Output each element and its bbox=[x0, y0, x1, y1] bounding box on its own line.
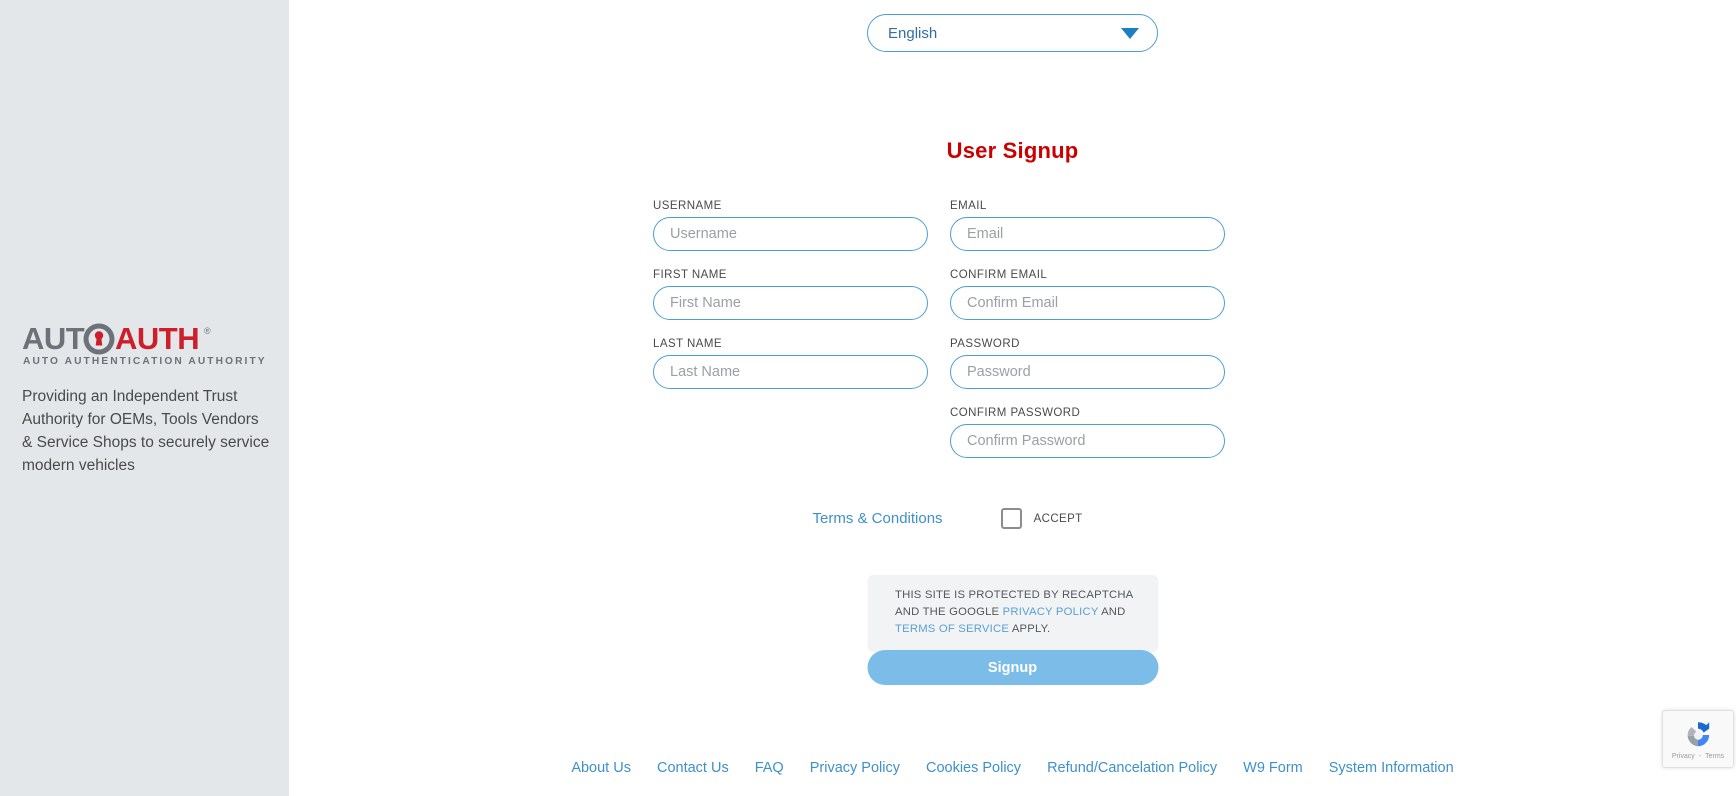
footer-link-privacy-policy[interactable]: Privacy Policy bbox=[810, 760, 900, 776]
recaptcha-notice-text-2: AND bbox=[1098, 606, 1126, 618]
footer-link-contact-us[interactable]: Contact Us bbox=[657, 760, 729, 776]
label-confirm-email: CONFIRM EMAIL bbox=[950, 269, 1048, 281]
footer-link-faq[interactable]: FAQ bbox=[755, 760, 784, 776]
email-input[interactable] bbox=[950, 217, 1225, 251]
brand-tagline: Providing an Independent Trust Authority… bbox=[22, 388, 270, 474]
chevron-down-icon bbox=[1121, 27, 1139, 39]
label-confirm-password: CONFIRM PASSWORD bbox=[950, 407, 1081, 419]
recaptcha-badge[interactable]: Privacy - Terms bbox=[1662, 710, 1734, 768]
field-email: EMAIL bbox=[950, 200, 1225, 251]
signup-form: USERNAME EMAIL FIRST NAME CONFIRM EMAIL … bbox=[653, 200, 1229, 476]
field-first-name: FIRST NAME bbox=[653, 269, 928, 320]
label-password: PASSWORD bbox=[950, 338, 1020, 350]
first-name-input[interactable] bbox=[653, 286, 928, 320]
badge-terms-label[interactable]: Terms bbox=[1705, 753, 1724, 760]
field-confirm-email: CONFIRM EMAIL bbox=[950, 269, 1225, 320]
autoauth-lock-logo: AUT AUTH ® AUTO AUTHENTICATION AUTHORITY bbox=[22, 322, 267, 367]
field-last-name: LAST NAME bbox=[653, 338, 928, 389]
footer-link-refund-cancelation-policy[interactable]: Refund/Cancelation Policy bbox=[1047, 760, 1217, 776]
label-email: EMAIL bbox=[950, 200, 987, 212]
accept-label: ACCEPT bbox=[1033, 512, 1083, 525]
footer-link-system-information[interactable]: System Information bbox=[1329, 760, 1454, 776]
signup-button[interactable]: Signup bbox=[867, 650, 1158, 685]
terms-and-conditions-link[interactable]: Terms & Conditions bbox=[813, 510, 943, 527]
label-last-name: LAST NAME bbox=[653, 338, 723, 350]
main-content: English User Signup USERNAME EMAIL FIRST… bbox=[289, 0, 1736, 796]
recaptcha-terms-of-service-link[interactable]: TERMS OF SERVICE bbox=[895, 623, 1009, 635]
svg-text:®: ® bbox=[204, 326, 211, 336]
recaptcha-notice: THIS SITE IS PROTECTED BY RECAPTCHA AND … bbox=[867, 575, 1158, 652]
svg-text:AUTO AUTHENTICATION AUTHORITY: AUTO AUTHENTICATION AUTHORITY bbox=[23, 356, 267, 367]
label-username: USERNAME bbox=[653, 200, 722, 212]
username-input[interactable] bbox=[653, 217, 928, 251]
badge-privacy-label[interactable]: Privacy bbox=[1672, 753, 1695, 760]
password-input[interactable] bbox=[950, 355, 1225, 389]
field-password: PASSWORD bbox=[950, 338, 1225, 389]
language-selector-value: English bbox=[888, 24, 938, 42]
page-title: User Signup bbox=[946, 138, 1079, 163]
field-confirm-password: CONFIRM PASSWORD bbox=[950, 407, 1225, 458]
label-first-name: FIRST NAME bbox=[653, 269, 727, 281]
confirm-password-input[interactable] bbox=[950, 424, 1225, 458]
field-username: USERNAME bbox=[653, 200, 928, 251]
recaptcha-privacy-policy-link[interactable]: PRIVACY POLICY bbox=[1003, 606, 1099, 618]
language-selector[interactable]: English bbox=[867, 14, 1158, 52]
autoauth-logo: AUT AUTH ® AUTO AUTHENTICATION AUTHORITY bbox=[22, 322, 272, 368]
svg-text:AUT: AUT bbox=[22, 322, 85, 356]
badge-separator: - bbox=[1698, 752, 1702, 760]
confirm-email-input[interactable] bbox=[950, 286, 1225, 320]
terms-row: Terms & Conditions ACCEPT bbox=[289, 508, 1736, 529]
accept-terms-checkbox[interactable] bbox=[1000, 508, 1022, 529]
recaptcha-icon bbox=[1687, 721, 1710, 746]
language-row: English bbox=[289, 14, 1736, 52]
sidebar: AUT AUTH ® AUTO AUTHENTICATION AUTHORITY… bbox=[0, 0, 289, 796]
footer-link-w9-form[interactable]: W9 Form bbox=[1243, 760, 1303, 776]
footer-links: About Us Contact Us FAQ Privacy Policy C… bbox=[289, 760, 1736, 776]
footer-link-about-us[interactable]: About Us bbox=[571, 760, 631, 776]
brand-block: AUT AUTH ® AUTO AUTHENTICATION AUTHORITY bbox=[22, 322, 274, 368]
svg-text:AUTH: AUTH bbox=[115, 322, 199, 356]
footer-link-cookies-policy[interactable]: Cookies Policy bbox=[926, 760, 1021, 776]
last-name-input[interactable] bbox=[653, 355, 928, 389]
recaptcha-notice-text-3: APPLY. bbox=[1009, 623, 1051, 635]
